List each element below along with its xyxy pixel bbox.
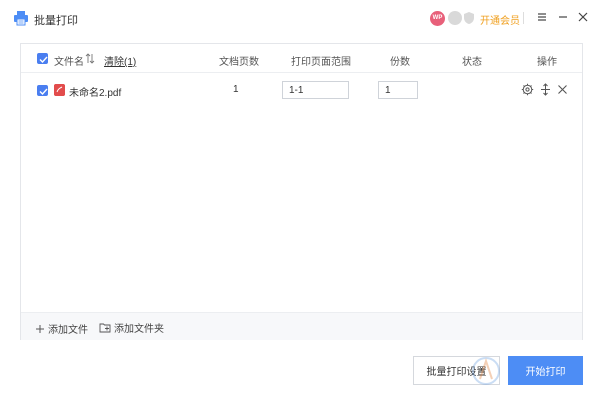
add-folder-label: 添加文件夹: [114, 324, 164, 335]
add-folder-button[interactable]: 添加文件夹: [99, 320, 164, 335]
copies-input[interactable]: [378, 81, 418, 99]
title-bar: 批量打印 WP 开通会员: [0, 0, 600, 36]
gear-icon[interactable]: [521, 83, 534, 96]
minimize-icon[interactable]: [555, 9, 571, 25]
header-page-count: 文档页数: [219, 57, 259, 68]
add-folder-icon: [99, 323, 111, 333]
add-file-button[interactable]: 添加文件: [35, 321, 88, 336]
header-page-range: 打印页面范围: [291, 57, 351, 68]
delete-icon[interactable]: [556, 83, 569, 96]
vip-link[interactable]: 开通会员: [480, 12, 520, 27]
header-status: 状态: [462, 57, 482, 68]
page-range-input[interactable]: [282, 81, 349, 99]
page-count: 1: [233, 84, 239, 95]
shield-icon[interactable]: [463, 11, 475, 25]
plus-icon: [36, 324, 44, 333]
crown-icon[interactable]: [448, 11, 462, 25]
clear-link[interactable]: 清除(1): [104, 53, 136, 68]
header-file-name: 文件名: [54, 57, 84, 68]
table-row: 未命名2.pdf 1: [21, 74, 582, 106]
close-icon[interactable]: [575, 9, 591, 25]
header-copies: 份数: [390, 57, 410, 68]
start-print-button[interactable]: 开始打印: [508, 356, 583, 385]
sort-icon[interactable]: [85, 53, 95, 64]
select-all-checkbox[interactable]: [37, 53, 48, 64]
panel-footer: 添加文件 添加文件夹: [21, 312, 582, 340]
add-file-label: 添加文件: [48, 325, 88, 336]
row-checkbox[interactable]: [37, 85, 48, 96]
file-name: 未命名2.pdf: [69, 88, 122, 99]
avatar[interactable]: WP: [430, 11, 445, 26]
print-settings-button[interactable]: 批量打印设置: [413, 356, 500, 385]
file-list-panel: 文件名 清除(1) 文档页数 打印页面范围 份数 状态 操作 未命名2.pdf …: [20, 43, 583, 340]
window-title: 批量打印: [34, 15, 78, 27]
title-divider: [523, 12, 524, 24]
move-icon[interactable]: [539, 83, 552, 96]
pdf-file-icon: [54, 84, 65, 96]
table-header: 文件名 清除(1) 文档页数 打印页面范围 份数 状态 操作: [21, 44, 582, 73]
menu-icon[interactable]: [534, 9, 550, 25]
printer-icon: [14, 11, 28, 26]
header-actions: 操作: [537, 57, 557, 68]
